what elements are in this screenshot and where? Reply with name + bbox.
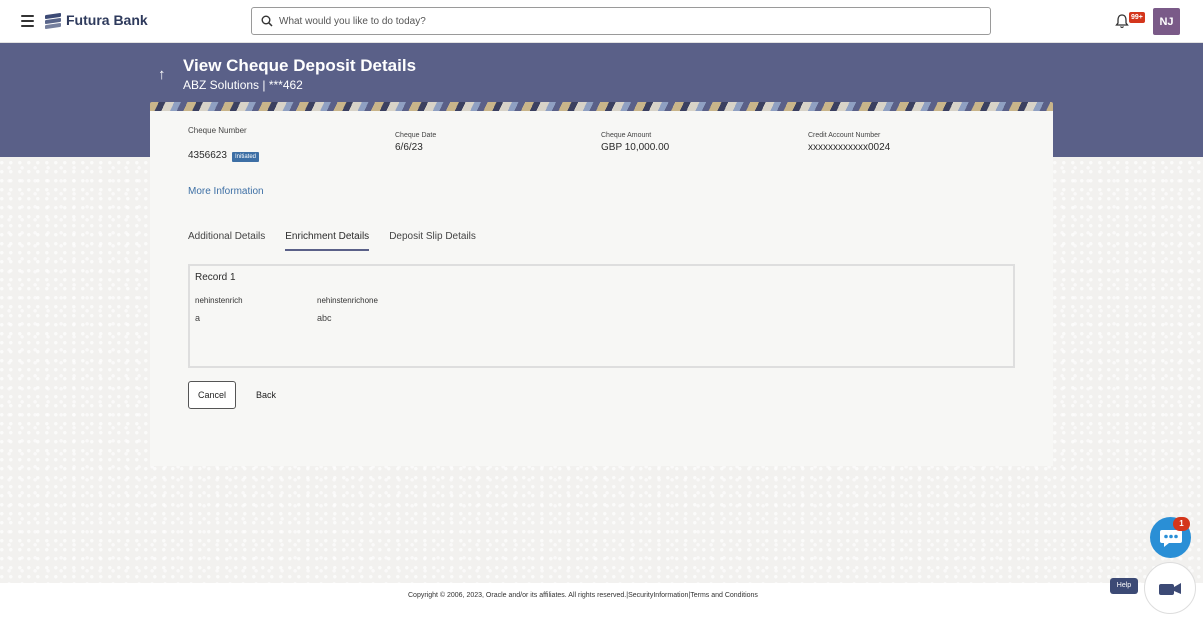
cheque-date-label: Cheque Date (395, 132, 437, 139)
cheque-number-value: 4356623 (188, 150, 227, 161)
record-title: Record 1 (195, 272, 236, 283)
record-field-label: nehinstenrich (195, 296, 243, 305)
assistant-icon (1159, 583, 1181, 595)
bank-logo-icon (45, 12, 61, 29)
record-field-label: nehinstenrichone (317, 296, 378, 305)
cheque-amount-label: Cheque Amount (601, 132, 652, 139)
more-information-link[interactable]: More Information (188, 186, 264, 197)
tab-additional-details[interactable]: Additional Details (188, 231, 265, 251)
brand-logo[interactable]: Futura Bank (45, 12, 148, 29)
tab-enrichment-details[interactable]: Enrichment Details (285, 231, 370, 251)
cheque-number-label: Cheque Number (188, 126, 247, 135)
help-button[interactable]: Help (1110, 578, 1138, 594)
page-footer: Copyright © 2006, 2023, Oracle and/or it… (0, 583, 1203, 620)
user-avatar[interactable]: NJ (1153, 8, 1180, 35)
tab-deposit-slip-details[interactable]: Deposit Slip Details (389, 231, 476, 251)
credit-account-label: Credit Account Number (808, 132, 881, 139)
detail-tabs: Additional Details Enrichment Details De… (188, 231, 496, 251)
cheque-date-value: 6/6/23 (395, 142, 423, 153)
page-subtitle: ABZ Solutions | ***462 (183, 78, 303, 92)
search-bar[interactable] (251, 7, 991, 35)
record-field-value: a (195, 313, 201, 323)
menu-icon[interactable] (21, 15, 34, 27)
back-button[interactable]: Back (250, 381, 282, 409)
notification-count-badge: 99+ (1129, 12, 1145, 23)
enrichment-record: Record 1 nehinstenrich a nehinstenrichon… (188, 264, 1015, 368)
chat-count-badge: 1 (1173, 517, 1190, 531)
page-title: View Cheque Deposit Details (183, 56, 417, 75)
credit-account-value: xxxxxxxxxxxx0024 (808, 142, 891, 153)
search-input[interactable] (279, 15, 959, 27)
top-bar: Futura Bank 99+ NJ (0, 0, 1203, 43)
back-arrow-icon[interactable]: ↑ (158, 66, 166, 83)
help-assistant-button[interactable] (1144, 562, 1196, 614)
brand-name: Futura Bank (66, 12, 148, 28)
footer-text: Copyright © 2006, 2023, Oracle and/or it… (408, 592, 758, 599)
cheque-details-card: Cheque Number 4356623 Initiated Cheque D… (150, 111, 1053, 466)
notification-bell-icon[interactable] (1115, 13, 1129, 29)
cheque-amount-value: GBP 10,000.00 (601, 142, 670, 153)
security-information-link[interactable]: SecurityInformation (628, 592, 688, 599)
status-badge: Initiated (232, 152, 260, 162)
record-field-value: abc (317, 313, 332, 323)
search-icon (261, 15, 273, 27)
copyright-text: Copyright © 2006, 2023, Oracle and/or it… (408, 592, 629, 599)
cancel-button[interactable]: Cancel (188, 381, 236, 409)
terms-link[interactable]: Terms and Conditions (690, 592, 758, 599)
